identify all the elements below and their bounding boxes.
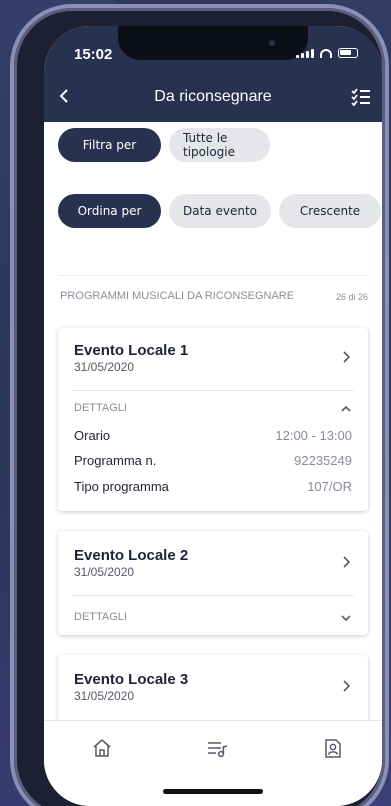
event-date: 31/05/2020	[74, 360, 135, 374]
camera-icon	[269, 40, 275, 46]
chevron-right-icon[interactable]	[342, 555, 352, 574]
notch	[118, 26, 308, 60]
filter-by-button[interactable]: Filtra per	[58, 128, 161, 162]
home-icon	[93, 739, 111, 757]
battery-icon	[338, 48, 358, 58]
event-card[interactable]: Evento Locale 3 31/05/2020	[58, 655, 368, 725]
order-direction-select[interactable]: Crescente	[279, 194, 381, 228]
status-time: 15:02	[74, 46, 113, 63]
user-document-icon	[325, 739, 341, 758]
details-label: DETTAGLI	[74, 611, 127, 623]
order-field-select[interactable]: Data evento	[169, 194, 271, 228]
card-divider	[72, 390, 354, 391]
order-row: Ordina per Data evento Crescente	[58, 194, 381, 228]
tab-playlist[interactable]	[197, 731, 237, 765]
detail-value-program: 92235249	[294, 453, 352, 468]
status-icons	[296, 48, 358, 58]
filter-type-select[interactable]: Tutte le tipologie	[169, 128, 270, 162]
event-date: 31/05/2020	[74, 565, 135, 579]
chevron-right-icon[interactable]	[342, 350, 352, 369]
detail-label-time: Orario	[74, 428, 111, 443]
chevron-down-icon[interactable]	[340, 611, 352, 625]
event-title: Evento Locale 2	[74, 547, 189, 564]
details-label: DETTAGLI	[74, 402, 127, 414]
event-card[interactable]: Evento Locale 2 31/05/2020 DETTAGLI	[58, 531, 368, 635]
app-header: 15:02 Da riconsegnare	[44, 26, 382, 122]
signal-icon	[296, 48, 314, 58]
wifi-icon	[320, 48, 332, 58]
order-by-button[interactable]: Ordina per	[58, 194, 161, 228]
tab-home[interactable]	[82, 731, 122, 765]
event-title: Evento Locale 1	[74, 342, 189, 359]
content-area: Filtra per Tutte le tipologie Ordina per…	[44, 122, 382, 752]
phone-frame: 15:02 Da riconsegnare Filtra per Tutte l…	[14, 8, 385, 806]
page-title: Da riconsegnare	[154, 88, 272, 105]
divider	[58, 275, 368, 276]
list-check-icon	[351, 88, 370, 107]
section-title: PROGRAMMI MUSICALI DA RICONSEGNARE	[60, 290, 295, 302]
detail-label-type: Tipo programma	[74, 479, 169, 494]
card-divider	[72, 595, 354, 596]
detail-value-time: 12:00 - 13:00	[275, 428, 352, 443]
chevron-up-icon[interactable]	[340, 402, 352, 416]
screen: 15:02 Da riconsegnare Filtra per Tutte l…	[44, 26, 382, 806]
section-count: 26 di 26	[335, 292, 368, 302]
tab-profile[interactable]	[312, 731, 352, 765]
filter-menu-button[interactable]	[350, 86, 372, 108]
chevron-right-icon[interactable]	[342, 679, 352, 698]
event-date: 31/05/2020	[74, 689, 135, 703]
filter-row: Filtra per Tutte le tipologie	[58, 128, 270, 162]
detail-value-type: 107/OR	[307, 479, 352, 494]
event-card[interactable]: Evento Locale 1 31/05/2020 DETTAGLI Orar…	[58, 328, 368, 511]
home-indicator	[163, 789, 263, 794]
event-title: Evento Locale 3	[74, 671, 189, 688]
playlist-icon	[208, 742, 228, 758]
tab-bar	[44, 720, 382, 806]
detail-label-program: Programma n.	[74, 453, 157, 468]
